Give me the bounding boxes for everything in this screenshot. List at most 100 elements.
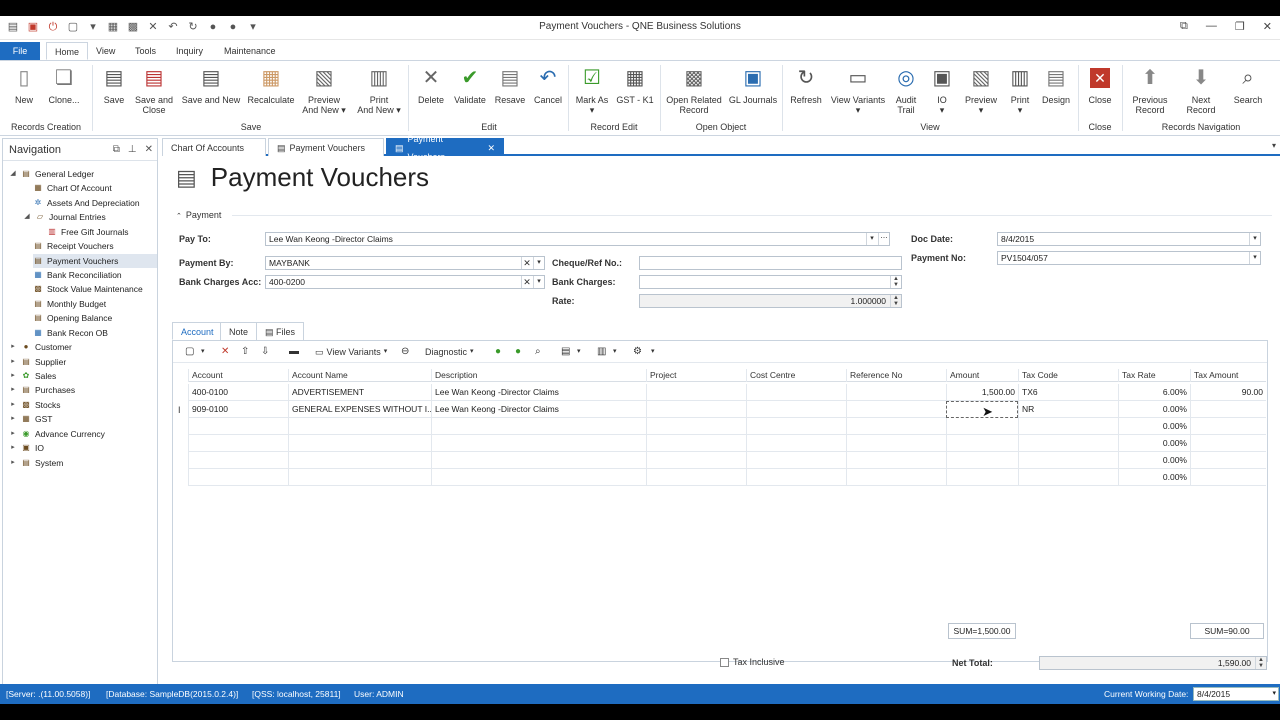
preview-and-new-button[interactable]: ▧ Preview And New ▾ [302,65,346,115]
tab-files[interactable]: ▤ Files [256,322,305,340]
minimize-icon[interactable]: — [1206,20,1217,33]
cell-account-name[interactable] [288,452,431,469]
cell-amount[interactable] [946,469,1018,486]
column-header-account-name[interactable]: Account Name [288,369,431,382]
save-and-new-button[interactable]: ▤ Save and New [180,65,242,105]
print-grid-icon[interactable]: ▥ [597,346,609,358]
cell-project[interactable] [646,452,746,469]
maximize-icon[interactable]: ❐ [1235,20,1245,33]
spinner-icon[interactable]: ▲ ▼ [890,276,901,288]
clear-icon[interactable]: ✕ [521,276,532,288]
close-panel-icon[interactable]: ✕ [145,144,153,155]
cell-reference-no[interactable] [846,469,946,486]
tax-inclusive-checkbox[interactable]: Tax Inclusive [720,657,785,667]
settings-icon[interactable]: ⚙ [633,346,645,358]
float-icon[interactable]: ⧉ [113,144,120,155]
binoculars-icon[interactable]: ⌕ [535,346,547,358]
delete-row-icon[interactable]: ✕ [221,346,233,358]
cell-amount[interactable]: 1,500.00 [946,384,1018,401]
tree-item-sales[interactable]: ▸ ✿ Sales [9,369,56,383]
cell-project[interactable] [646,469,746,486]
cell-reference-no[interactable] [846,401,946,418]
cell-account-name[interactable] [288,469,431,486]
column-header-amount[interactable]: Amount [946,369,1018,382]
cell-tax-rate[interactable]: 6.00% [1118,384,1190,401]
chevron-down-icon[interactable]: ▾ [613,346,625,358]
tree-item-io[interactable]: ▸ ▣ IO [9,441,44,455]
pin-icon[interactable]: ⊥ [128,144,137,155]
open-related-record-button[interactable]: ▩ Open Related Record [664,65,724,115]
close-tab-icon[interactable]: ✕ [487,139,495,157]
bank-charges-field[interactable]: ▲ ▼ [639,275,902,289]
tree-item-stocks[interactable]: ▸ ▩ Stocks [9,398,60,412]
chevron-down-icon[interactable]: ▾ [866,233,877,245]
cell-description[interactable] [431,452,646,469]
column-header-project[interactable]: Project [646,369,746,382]
tree-item-opening-balance[interactable]: ▤ Opening Balance [33,311,112,325]
collapse-icon[interactable]: ⌃ [176,213,182,220]
cell-tax-code[interactable] [1018,452,1118,469]
clear-icon[interactable]: ✕ [521,257,532,269]
cell-description[interactable]: Lee Wan Keong -Director Claims [431,401,646,418]
tab-inquiry[interactable]: Inquiry [168,42,211,60]
tab-file[interactable]: File [0,42,40,60]
gst-k1-button[interactable]: ▦ GST - K1 [614,65,656,105]
cell-amount[interactable] [946,435,1018,452]
tree-item-bank-reconciliation[interactable]: ▦ Bank Reconciliation [33,268,121,282]
cell-account-name[interactable] [288,435,431,452]
cell-account[interactable] [188,469,288,486]
cell-cost-centre[interactable] [746,401,846,418]
tab-note[interactable]: Note [220,322,258,340]
doc-tab-payment-vouchers-active[interactable]: ▤ Payment Vouchers ✕ [386,134,504,162]
cell-account[interactable]: 400-0100 [188,384,288,401]
cell-reference-no[interactable] [846,452,946,469]
chevron-down-icon[interactable]: ▾ [1272,688,1276,700]
io-button[interactable]: ▣ IO ▾ [928,65,956,115]
tab-maintenance[interactable]: Maintenance [216,42,284,60]
cell-tax-rate[interactable]: 0.00% [1118,435,1190,452]
working-date-field[interactable]: 8/4/2015 ▾ [1193,687,1279,701]
next-record-button[interactable]: ⬇ Next Record [1176,65,1226,115]
green-circle-icon[interactable]: ● [495,346,507,358]
tab-home[interactable]: Home [46,42,89,60]
expand-icon[interactable]: ▸ [9,427,17,441]
gl-journals-button[interactable]: ▣ GL Journals [728,65,778,105]
save-button[interactable]: ▤ Save [100,65,128,105]
tree-item-system[interactable]: ▸ ▤ System [9,456,63,470]
new-row-icon[interactable]: ▢ [185,346,197,358]
tree-item-monthly-budget[interactable]: ▤ Monthly Budget [33,297,106,311]
section-header-payment[interactable]: ⌃ Payment [176,210,221,220]
cell-project[interactable] [646,418,746,435]
cell-cost-centre[interactable] [746,435,846,452]
cell-tax-amount[interactable] [1190,418,1266,435]
column-header-cost-centre[interactable]: Cost Centre [746,369,846,382]
cancel-button[interactable]: ↶ Cancel [532,65,564,105]
tree-item-assets-depreciation[interactable]: ✲ Assets And Depreciation [33,196,140,210]
expand-icon[interactable]: ▸ [9,398,17,412]
doc-tab-payment-vouchers-list[interactable]: ▤ Payment Vouchers [268,138,384,156]
pay-to-field[interactable]: Lee Wan Keong -Director Claims ▾ ⋯ [265,232,890,246]
tree-item-purchases[interactable]: ▸ ▤ Purchases [9,383,75,397]
resave-button[interactable]: ▤ Resave [492,65,528,105]
doc-tab-chart-of-accounts[interactable]: Chart Of Accounts [162,138,266,156]
collapse-icon[interactable]: ◢ [23,210,31,224]
tree-item-payment-vouchers[interactable]: ▤ Payment Vouchers [33,254,157,268]
chevron-down-icon[interactable]: ▾ [651,346,663,358]
expand-icon[interactable]: ▸ [9,412,17,426]
chevron-down-icon[interactable]: ▾ [1249,252,1260,264]
cell-tax-amount[interactable] [1190,452,1266,469]
new-button[interactable]: ▯ New [10,65,38,105]
cell-tax-code[interactable] [1018,469,1118,486]
cell-cost-centre[interactable] [746,384,846,401]
column-header-reference-no[interactable]: Reference No [846,369,946,382]
move-down-icon[interactable]: ⇩ [261,346,273,358]
chevron-down-icon[interactable]: ▾ [533,257,544,269]
close-window-icon[interactable]: ✕ [1263,20,1272,33]
previous-record-button[interactable]: ⬆ Previous Record [1130,65,1170,115]
cell-tax-amount[interactable]: 90.00 [1190,384,1266,401]
spinner-icon[interactable]: ▲ ▼ [1255,657,1266,669]
cell-account-name[interactable]: GENERAL EXPENSES WITHOUT I... [288,401,431,418]
rate-field[interactable]: 1.000000 ▲ ▼ [639,294,902,308]
audit-trail-button[interactable]: ◎ Audit Trail [892,65,920,115]
cell-cost-centre[interactable] [746,469,846,486]
